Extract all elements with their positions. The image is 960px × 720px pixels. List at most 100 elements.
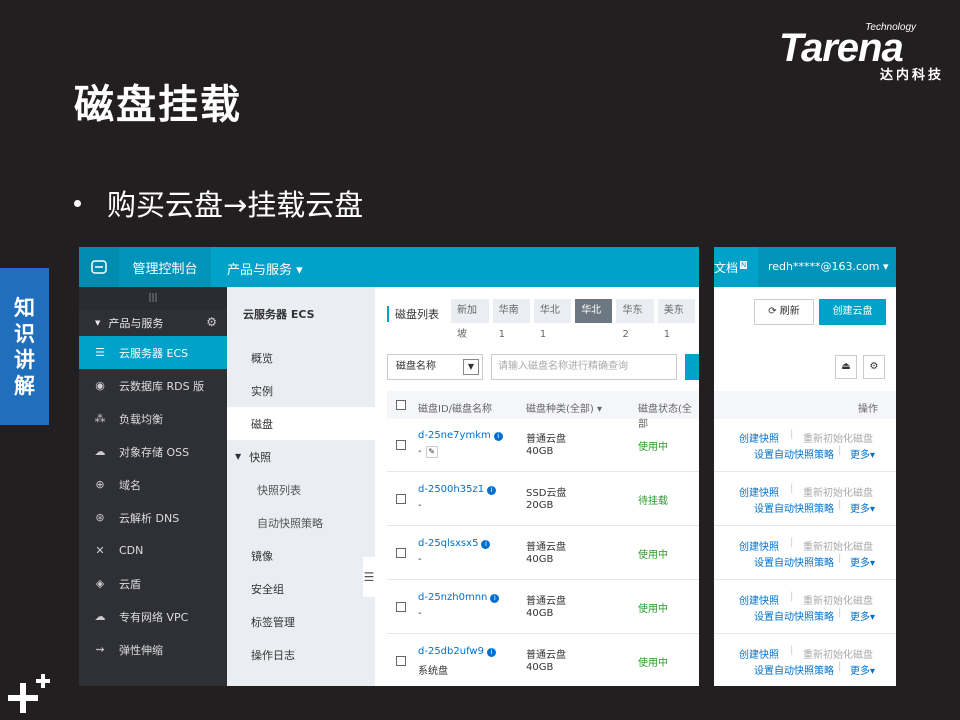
gear-icon[interactable]: ⚙: [206, 315, 217, 329]
info-icon[interactable]: i: [481, 540, 491, 549]
auto-snapshot-policy-link[interactable]: 设置自动快照策略: [754, 446, 834, 461]
info-icon[interactable]: i: [486, 648, 496, 657]
disk-id-link[interactable]: d-2500h35z1 i: [418, 484, 497, 495]
subnav-item-operation-log[interactable]: 操作日志: [227, 638, 375, 671]
plus-logo-icon: [8, 674, 50, 713]
create-snapshot-link[interactable]: 创建快照: [739, 592, 779, 607]
subnav-item-overview[interactable]: 概览: [227, 341, 375, 374]
nav-item-ess[interactable]: ⇝ 弹性伸缩: [79, 633, 227, 666]
subnav-item-snapshot-list[interactable]: 快照列表: [227, 473, 375, 506]
table-row: d-2500h35z1 i - SSD云盘 20GB 待挂载: [387, 473, 699, 526]
nav-item-slb[interactable]: ⁂ 负载均衡: [79, 402, 227, 435]
subnav-item-disks[interactable]: 磁盘: [227, 407, 375, 440]
disk-id-link[interactable]: d-25nzh0mnn i: [418, 592, 500, 603]
reinit-disk-link[interactable]: 重新初始化磁盘: [803, 646, 873, 661]
cloud-storage-icon: ☁: [94, 445, 106, 458]
knowledge-side-tab: 知 识 讲 解: [0, 268, 49, 425]
info-icon[interactable]: i: [487, 486, 497, 495]
subnav-title: 云服务器 ECS: [243, 308, 315, 321]
region-tab-active[interactable]: 华北 2: [575, 299, 613, 340]
more-menu[interactable]: 更多▾: [850, 446, 875, 461]
row-checkbox[interactable]: [396, 548, 406, 558]
nav-item-oss[interactable]: ☁ 对象存储 OSS: [79, 435, 227, 468]
region-tab[interactable]: 美东 1: [657, 299, 695, 340]
nav-collapse-handle[interactable]: |||: [79, 287, 227, 309]
region-tab[interactable]: 华南 1: [492, 299, 530, 340]
reinit-disk-link[interactable]: 重新初始化磁盘: [803, 484, 873, 499]
region-tab[interactable]: 华北 1: [533, 299, 572, 340]
more-menu[interactable]: 更多▾: [850, 608, 875, 623]
search-field-select-value: 磁盘名称: [396, 361, 436, 372]
nav-item-domain[interactable]: ⊕ 域名: [79, 468, 227, 501]
reinit-disk-link[interactable]: 重新初始化磁盘: [803, 430, 873, 445]
nav-item-dns[interactable]: ⊛ 云解析 DNS: [79, 501, 227, 534]
subnav-item-tag-management[interactable]: 标签管理: [227, 605, 375, 638]
console-logo-icon[interactable]: [79, 247, 119, 287]
disk-type: 普通云盘: [526, 650, 566, 661]
slide-title: 磁盘挂载: [74, 82, 242, 128]
create-snapshot-link[interactable]: 创建快照: [739, 538, 779, 553]
more-menu[interactable]: 更多▾: [850, 662, 875, 677]
refresh-button[interactable]: ⟳ 刷新: [754, 299, 814, 325]
create-snapshot-link[interactable]: 创建快照: [739, 484, 779, 499]
menu-toggle-icon[interactable]: ☰: [363, 557, 375, 597]
subnav-item-auto-snapshot-policy[interactable]: 自动快照策略: [227, 506, 375, 539]
auto-snapshot-policy-link[interactable]: 设置自动快照策略: [754, 662, 834, 677]
info-icon[interactable]: i: [490, 594, 500, 603]
more-menu[interactable]: 更多▾: [850, 500, 875, 515]
table-row: d-25qlsxsx5 i - 普通云盘 40GB 使用中: [387, 527, 699, 580]
subnav-item-images[interactable]: 镜像: [227, 539, 375, 572]
docs-link[interactable]: 文档 N: [714, 259, 748, 276]
nav-item-label: 负载均衡: [119, 412, 163, 426]
separator: |: [790, 591, 794, 602]
more-menu[interactable]: 更多▾: [850, 554, 875, 569]
export-icon[interactable]: ⏏: [835, 355, 857, 379]
nav-header[interactable]: ▼ 产品与服务 ⚙: [79, 309, 227, 336]
nav-item-rds[interactable]: ◉ 云数据库 RDS 版: [79, 369, 227, 402]
tarena-logo: Technology Tarena 达内科技: [779, 22, 944, 84]
search-field-select[interactable]: 磁盘名称 ▼: [387, 354, 483, 380]
nav-item-vpc[interactable]: ☁ 专有网络 VPC: [79, 600, 227, 633]
nav-item-ecs[interactable]: ☰ 云服务器 ECS: [79, 336, 227, 369]
nav-item-label: CDN: [119, 544, 144, 557]
subnav-item-snapshots[interactable]: ▼ 快照: [227, 440, 375, 473]
subnav-item-instances[interactable]: 实例: [227, 374, 375, 407]
select-all-checkbox[interactable]: [396, 400, 406, 410]
disk-status: 使用中: [638, 442, 668, 453]
edit-pencil-icon[interactable]: ✎: [425, 446, 438, 458]
disk-id-link[interactable]: d-25qlsxsx5 i: [418, 538, 491, 549]
side-tab-char: 讲: [14, 347, 35, 372]
refresh-icon: ⟳: [768, 306, 780, 317]
disk-id-link[interactable]: d-25ne7ymkm i: [418, 430, 503, 441]
reinit-disk-link[interactable]: 重新初始化磁盘: [803, 592, 873, 607]
region-tab[interactable]: 新加坡: [451, 299, 489, 340]
row-checkbox[interactable]: [396, 440, 406, 450]
column-header-actions: 操作: [858, 404, 878, 415]
disk-size: 40GB: [526, 554, 554, 565]
region-tab[interactable]: 华东 2: [616, 299, 654, 340]
products-services-menu[interactable]: 产品与服务 ▾: [227, 259, 303, 278]
row-checkbox[interactable]: [396, 656, 406, 666]
database-icon: ◉: [95, 379, 105, 392]
auto-snapshot-policy-link[interactable]: 设置自动快照策略: [754, 500, 834, 515]
disk-search-input[interactable]: 请输入磁盘名称进行精确查询: [491, 354, 677, 380]
info-icon[interactable]: i: [493, 432, 503, 441]
nav-item-shield[interactable]: ◈ 云盾: [79, 567, 227, 600]
settings-gear-icon[interactable]: ⚙: [863, 355, 885, 379]
auto-snapshot-policy-link[interactable]: 设置自动快照策略: [754, 554, 834, 569]
search-button[interactable]: [685, 354, 699, 380]
create-snapshot-link[interactable]: 创建快照: [739, 646, 779, 661]
separator: |: [790, 483, 794, 494]
disk-id-link[interactable]: d-25db2ufw9 i: [418, 646, 496, 657]
row-checkbox[interactable]: [396, 494, 406, 504]
row-checkbox[interactable]: [396, 602, 406, 612]
nav-item-cdn[interactable]: ✕ CDN: [79, 534, 227, 567]
create-snapshot-link[interactable]: 创建快照: [739, 430, 779, 445]
reinit-disk-link[interactable]: 重新初始化磁盘: [803, 538, 873, 553]
column-header-type[interactable]: 磁盘种类(全部) ▾: [526, 400, 602, 415]
auto-snapshot-policy-link[interactable]: 设置自动快照策略: [754, 608, 834, 623]
console-home-link[interactable]: 管理控制台: [119, 247, 211, 287]
create-disk-button[interactable]: 创建云盘: [819, 299, 886, 325]
user-account-menu[interactable]: redh*****@163.com ▾: [758, 247, 896, 287]
subnav-item-security-groups[interactable]: 安全组: [227, 572, 375, 605]
